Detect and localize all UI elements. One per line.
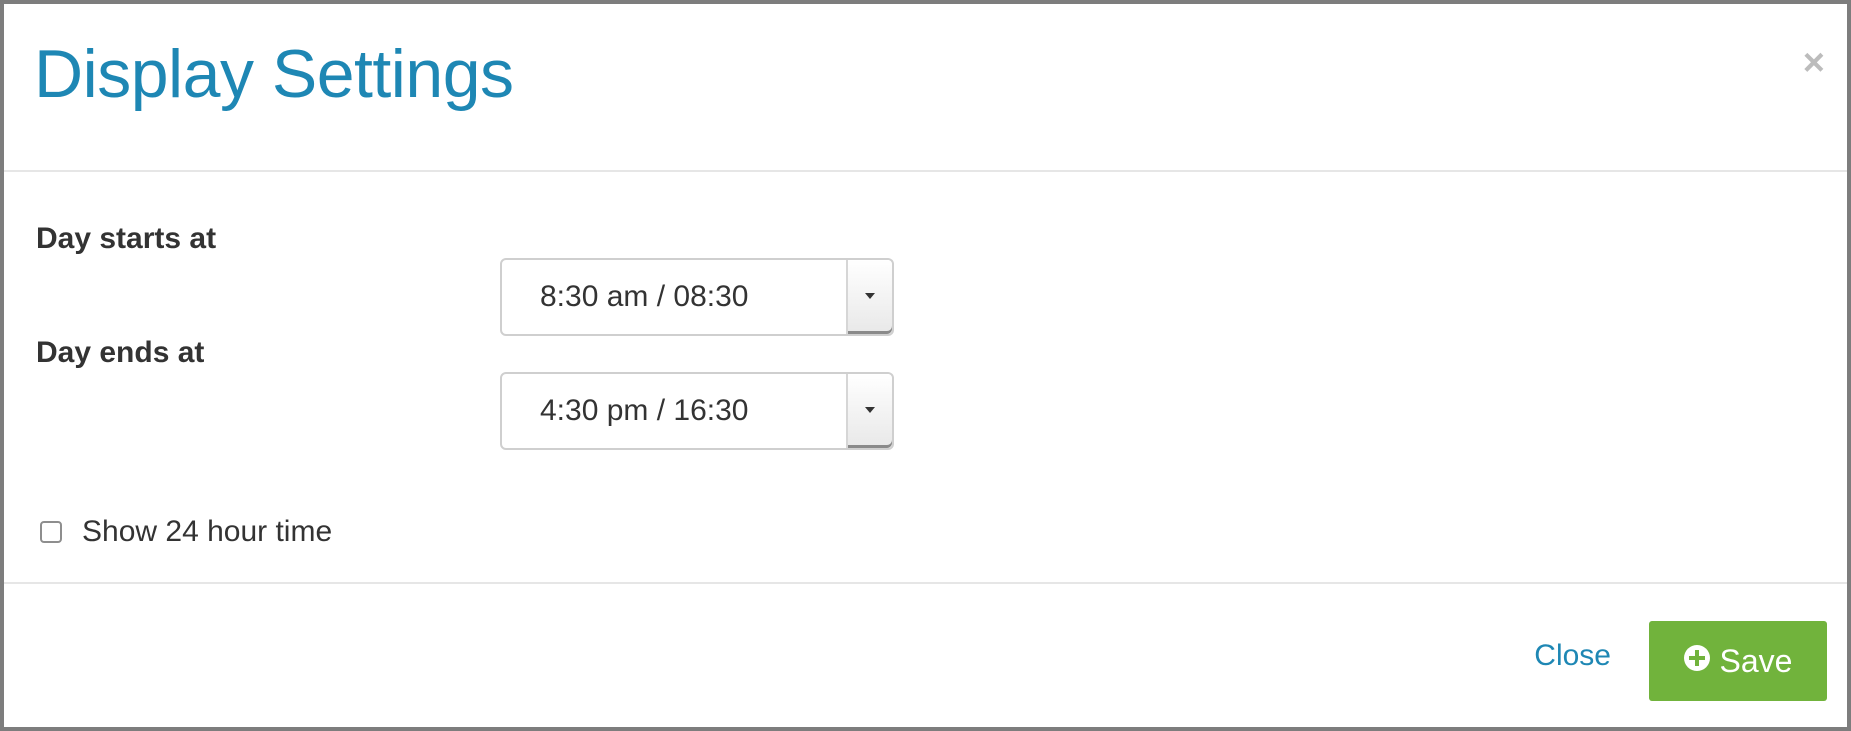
show-24h-checkbox[interactable] <box>40 521 62 543</box>
dialog-title: Display Settings <box>34 36 514 112</box>
day-starts-value: 8:30 am / 08:30 <box>540 280 749 313</box>
day-ends-value: 4:30 pm / 16:30 <box>540 394 749 427</box>
day-ends-label: Day ends at <box>36 336 205 369</box>
close-button[interactable]: Close <box>1534 639 1611 673</box>
chevron-down-icon[interactable] <box>846 374 892 448</box>
dialog-header: Display Settings × <box>4 4 1847 172</box>
save-button-label: Save <box>1719 642 1793 679</box>
plus-circle-icon <box>1683 645 1710 671</box>
day-starts-select[interactable]: 8:30 am / 08:30 <box>500 258 894 336</box>
day-ends-select[interactable]: 4:30 pm / 16:30 <box>500 372 894 450</box>
close-icon[interactable]: × <box>1803 44 1825 82</box>
save-button[interactable]: Save <box>1649 621 1827 701</box>
display-settings-dialog: Display Settings × Day starts at 8:30 am… <box>0 0 1851 731</box>
dialog-footer: Close Save <box>4 584 1847 731</box>
show-24h-row: Show 24 hour time <box>40 512 332 552</box>
day-starts-label: Day starts at <box>36 222 217 255</box>
chevron-down-icon[interactable] <box>846 260 892 334</box>
show-24h-label[interactable]: Show 24 hour time <box>82 515 332 549</box>
dialog-body: Day starts at 8:30 am / 08:30 Day ends a… <box>4 172 1847 584</box>
